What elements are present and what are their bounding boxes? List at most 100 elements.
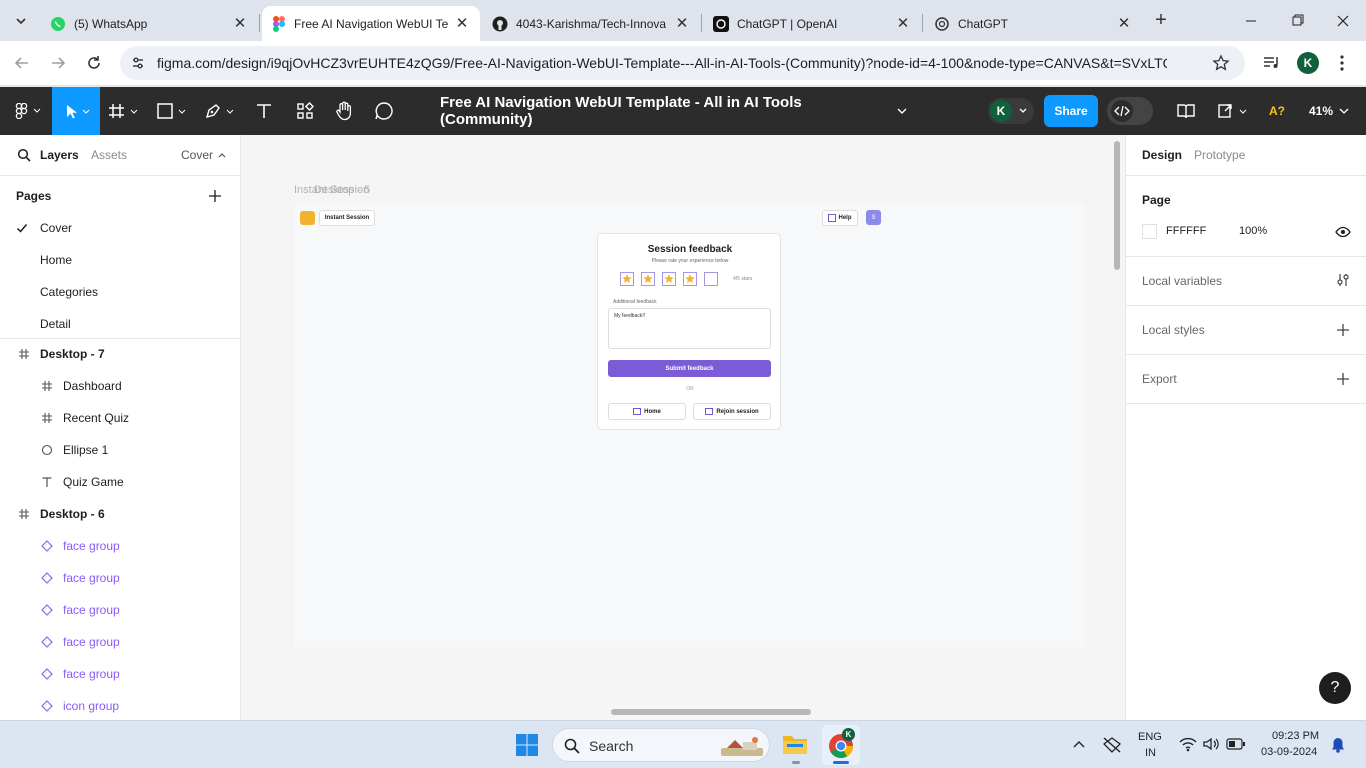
layer-row[interactable]: Recent Quiz: [0, 402, 240, 434]
page-item[interactable]: Categories: [0, 276, 240, 308]
notification-bell-icon[interactable]: [1330, 737, 1346, 753]
frame-tool-button[interactable]: [104, 87, 148, 135]
frame-name-label-overlap[interactable]: Desktop - 5: [314, 184, 370, 196]
layer-row[interactable]: face group: [0, 530, 240, 562]
wifi-icon[interactable]: [1179, 736, 1197, 752]
browser-tab-github[interactable]: 4043-Karishma/Tech-Innova ✕: [482, 6, 700, 41]
help-button[interactable]: ?: [1319, 672, 1351, 704]
forward-icon[interactable]: [48, 53, 68, 73]
missing-fonts-button[interactable]: A?: [1262, 87, 1292, 135]
back-icon[interactable]: [12, 53, 32, 73]
tab-layers[interactable]: Layers: [40, 148, 79, 162]
bookmark-star-icon[interactable]: [1212, 54, 1230, 72]
page-item[interactable]: Cover: [0, 212, 240, 244]
star-filled-icon[interactable]: [620, 272, 634, 286]
chevron-up-icon[interactable]: [1072, 738, 1086, 752]
site-info-icon[interactable]: [130, 55, 146, 71]
close-tab-icon[interactable]: ✕: [1116, 15, 1132, 32]
shape-tool-button[interactable]: [152, 87, 196, 135]
network-off-icon[interactable]: [1102, 736, 1122, 754]
windows-start-icon[interactable]: [515, 733, 539, 757]
profile-avatar[interactable]: K: [1297, 52, 1319, 74]
browser-tab-figma[interactable]: Free AI Navigation WebUI Te ✕: [262, 6, 480, 41]
zoom-menu[interactable]: 41%: [1302, 87, 1358, 135]
library-button[interactable]: [1170, 87, 1202, 135]
layer-row[interactable]: Desktop - 6: [0, 498, 240, 530]
rejoin-session-button[interactable]: Rejoin session: [693, 403, 771, 420]
vertical-scrollbar[interactable]: [1114, 141, 1120, 270]
export-label[interactable]: Export: [1142, 372, 1177, 386]
search-icon[interactable]: [17, 148, 31, 162]
instant-session-button[interactable]: Instant Session: [319, 210, 375, 226]
text-tool-button[interactable]: [248, 87, 280, 135]
taskbar-search-box[interactable]: Search: [552, 728, 770, 762]
chrome-taskbar-button[interactable]: K: [822, 725, 860, 765]
minimize-window-icon[interactable]: [1236, 12, 1266, 30]
media-control-icon[interactable]: [1262, 54, 1282, 72]
close-window-icon[interactable]: [1328, 12, 1358, 30]
file-explorer-icon[interactable]: [782, 732, 808, 756]
tab-design[interactable]: Design: [1142, 148, 1182, 162]
layer-row[interactable]: Dashboard: [0, 370, 240, 402]
star-empty-icon[interactable]: [704, 272, 718, 286]
file-title[interactable]: Free AI Navigation WebUI Template - All …: [440, 87, 910, 135]
layer-row[interactable]: face group: [0, 562, 240, 594]
browser-tab-openai[interactable]: ChatGPT | OpenAI ✕: [703, 6, 921, 41]
share-button[interactable]: Share: [1044, 95, 1098, 127]
close-tab-icon[interactable]: ✕: [674, 15, 690, 32]
restore-window-icon[interactable]: [1282, 12, 1312, 30]
design-canvas[interactable]: Instant Session Desktop - 5 Instant Sess…: [241, 135, 1125, 720]
star-filled-icon[interactable]: [641, 272, 655, 286]
home-button[interactable]: Home: [608, 403, 686, 420]
battery-icon[interactable]: [1226, 738, 1246, 750]
tab-assets[interactable]: Assets: [91, 148, 127, 162]
eye-icon[interactable]: [1335, 225, 1351, 239]
close-tab-icon[interactable]: ✕: [454, 15, 470, 32]
hand-tool-button[interactable]: [328, 87, 360, 135]
close-tab-icon[interactable]: ✕: [232, 15, 248, 32]
feedback-textarea[interactable]: My feedback!!: [608, 308, 771, 349]
page-item[interactable]: Detail: [0, 308, 240, 340]
horizontal-scrollbar[interactable]: [611, 709, 811, 715]
move-tool-button[interactable]: [52, 87, 100, 135]
new-tab-button[interactable]: +: [1150, 10, 1172, 32]
add-page-icon[interactable]: [207, 188, 223, 204]
layer-row[interactable]: face group: [0, 626, 240, 658]
page-opacity-value[interactable]: 100%: [1239, 225, 1267, 237]
comment-tool-button[interactable]: [368, 87, 400, 135]
pen-tool-button[interactable]: [200, 87, 244, 135]
layer-row[interactable]: Quiz Game: [0, 466, 240, 498]
user-avatar[interactable]: S: [866, 210, 881, 225]
layer-row[interactable]: Desktop - 7: [0, 338, 240, 370]
main-menu-button[interactable]: [8, 87, 48, 135]
browser-menu-icon[interactable]: [1334, 53, 1350, 73]
layer-row[interactable]: face group: [0, 658, 240, 690]
layer-row[interactable]: icon group: [0, 690, 240, 722]
language-top[interactable]: ENG: [1138, 731, 1162, 743]
browser-tab-whatsapp[interactable]: (5) WhatsApp ✕: [40, 6, 258, 41]
layer-row[interactable]: face group: [0, 594, 240, 626]
page-item[interactable]: Home: [0, 244, 240, 276]
star-filled-icon[interactable]: [662, 272, 676, 286]
collaborator-menu[interactable]: K: [984, 87, 1038, 135]
language-bottom[interactable]: IN: [1145, 747, 1156, 759]
page-color-swatch[interactable]: [1142, 224, 1157, 239]
local-styles-label[interactable]: Local styles: [1142, 323, 1205, 337]
add-style-icon[interactable]: [1335, 322, 1351, 338]
variables-settings-icon[interactable]: [1335, 272, 1351, 288]
close-tab-icon[interactable]: ✕: [895, 15, 911, 32]
star-filled-icon[interactable]: [683, 272, 697, 286]
star-rating[interactable]: [620, 272, 720, 286]
clock-date[interactable]: 03-09-2024: [1261, 746, 1317, 758]
help-button[interactable]: Help: [822, 210, 858, 226]
submit-feedback-button[interactable]: Submit feedback: [608, 360, 771, 377]
reload-icon[interactable]: [84, 53, 104, 73]
page-color-value[interactable]: FFFFFF: [1166, 225, 1206, 237]
clock-time[interactable]: 09:23 PM: [1272, 730, 1319, 742]
resources-button[interactable]: [288, 87, 322, 135]
local-variables-label[interactable]: Local variables: [1142, 274, 1222, 288]
present-button[interactable]: [1214, 87, 1254, 135]
volume-icon[interactable]: [1202, 736, 1220, 752]
tab-search-button[interactable]: [10, 10, 32, 32]
browser-tab-chatgpt[interactable]: ChatGPT ✕: [924, 6, 1142, 41]
